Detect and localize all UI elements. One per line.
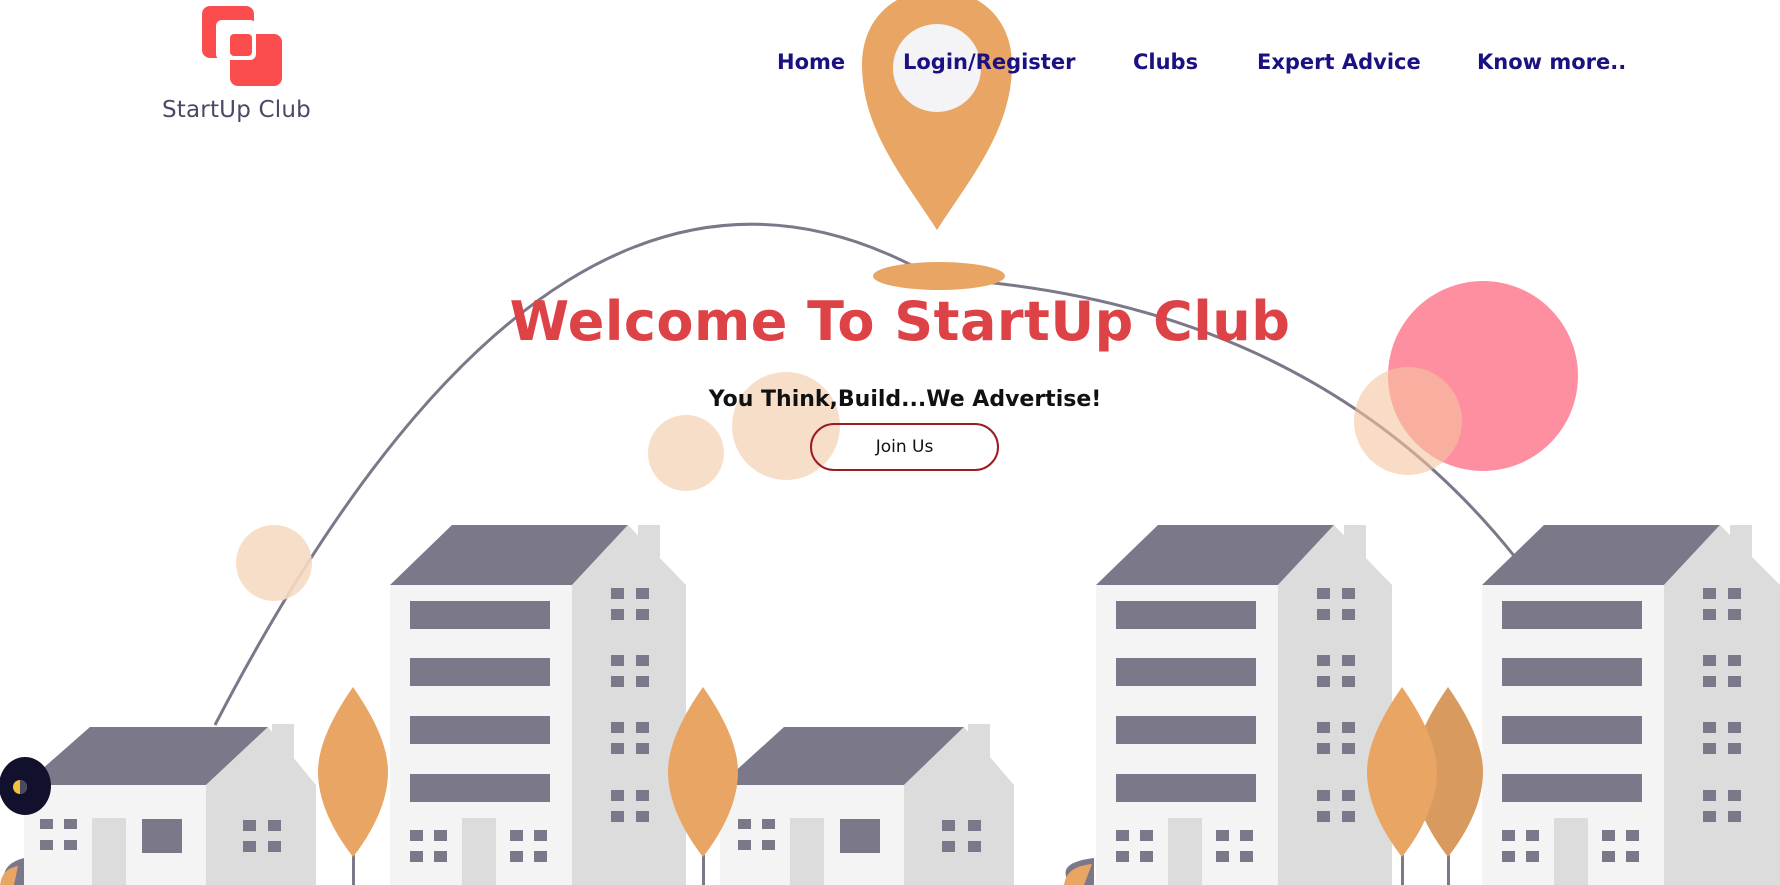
tower-2 [1096, 525, 1392, 885]
hero-subtitle: You Think,Build...We Advertise! [708, 387, 1102, 412]
tree [318, 687, 388, 885]
house-middle [720, 724, 1014, 885]
nav-know-more-link[interactable]: Know more.. [1477, 44, 1626, 80]
nav-clubs-link[interactable]: Clubs [1133, 44, 1198, 80]
main-nav: Home Login/Register Clubs Expert Advice … [0, 44, 1780, 80]
bubble [236, 525, 312, 601]
bubble [1354, 367, 1462, 475]
house-left [24, 724, 316, 885]
join-us-button[interactable]: Join Us [810, 423, 999, 471]
pin-shadow [873, 262, 1005, 290]
nav-expert-advice-link[interactable]: Expert Advice [1257, 44, 1421, 80]
bubble [648, 415, 724, 491]
hero-title: Welcome To StartUp Club [509, 290, 1291, 353]
tower-1 [390, 525, 686, 885]
nav-home-link[interactable]: Home [777, 44, 845, 80]
half-sun-icon [13, 780, 27, 794]
brand-name: StartUp Club [162, 97, 311, 123]
theme-toggle-button[interactable] [0, 757, 51, 815]
landing-page: StartUp Club Home Login/Register Clubs E… [0, 0, 1780, 885]
nav-login-register-link[interactable]: Login/Register [903, 44, 1075, 80]
tower-3 [1482, 525, 1780, 885]
